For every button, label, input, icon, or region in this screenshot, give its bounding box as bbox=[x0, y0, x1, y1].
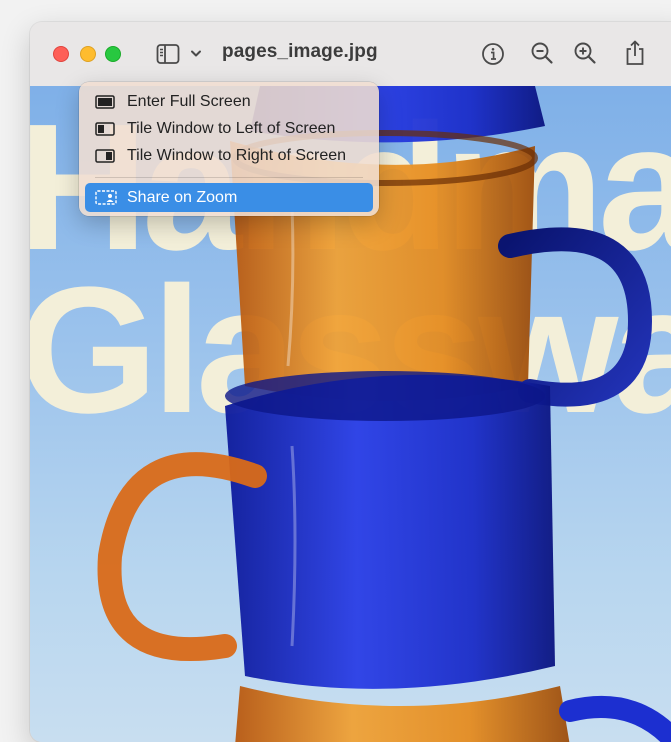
blue-cup bbox=[225, 374, 555, 689]
chevron-down-icon[interactable] bbox=[190, 49, 202, 59]
menu-item-label: Tile Window to Right of Screen bbox=[127, 147, 347, 164]
close-window-button[interactable] bbox=[53, 46, 69, 62]
title-bar: pages_image.jpg bbox=[30, 22, 671, 86]
bottom-amber-cup bbox=[235, 686, 570, 742]
window-title: pages_image.jpg bbox=[222, 41, 378, 62]
info-icon[interactable] bbox=[481, 42, 505, 66]
tile-left-icon bbox=[95, 122, 115, 136]
menu-item-enter-full-screen[interactable]: Enter Full Screen bbox=[85, 89, 373, 115]
menu-item-tile-left[interactable]: Tile Window to Left of Screen bbox=[85, 116, 373, 142]
menu-item-share-on-zoom[interactable]: Share on Zoom bbox=[85, 183, 373, 212]
share-icon[interactable] bbox=[624, 39, 646, 67]
menu-item-label: Tile Window to Left of Screen bbox=[127, 120, 336, 137]
menu-item-tile-right[interactable]: Tile Window to Right of Screen bbox=[85, 143, 373, 169]
tile-right-icon bbox=[95, 149, 115, 163]
zoom-window-button[interactable] bbox=[105, 46, 121, 62]
zoom-in-icon[interactable] bbox=[573, 41, 597, 65]
menu-item-label: Share on Zoom bbox=[127, 189, 238, 206]
sidebar-toggle-icon[interactable] bbox=[156, 43, 180, 65]
window-menu: Enter Full Screen Tile Window to Left of… bbox=[79, 82, 379, 216]
zoom-out-icon[interactable] bbox=[530, 41, 554, 65]
zoom-share-icon bbox=[95, 190, 117, 205]
menu-separator bbox=[95, 177, 363, 178]
fullscreen-icon bbox=[95, 95, 115, 109]
minimize-window-button[interactable] bbox=[80, 46, 96, 62]
menu-item-label: Enter Full Screen bbox=[127, 93, 251, 110]
